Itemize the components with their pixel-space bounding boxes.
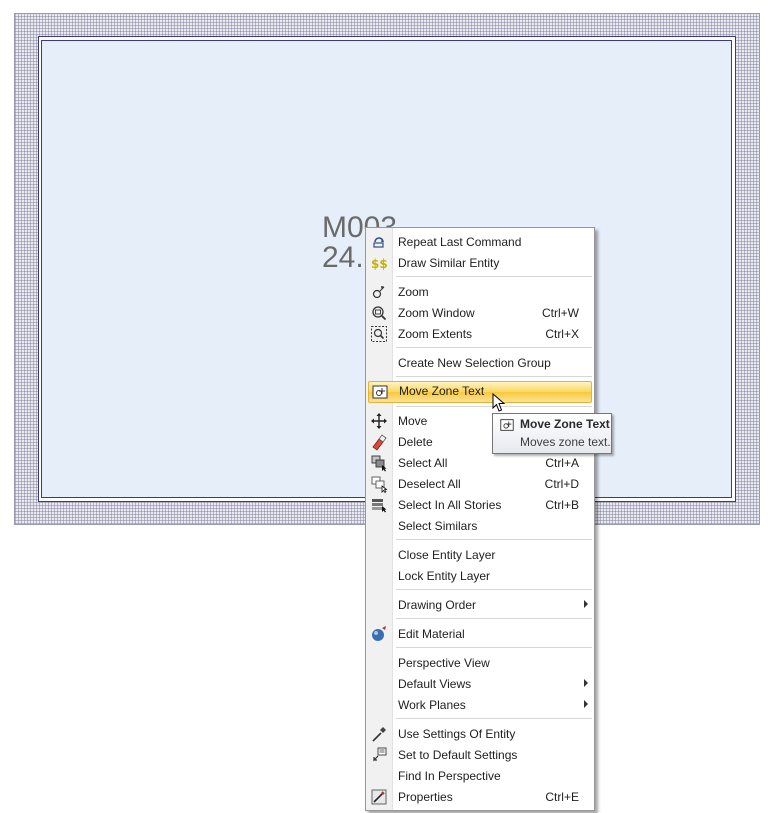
menu-item-select-similars[interactable]: Select Similars xyxy=(368,516,592,536)
menu-item-set-to-default-settings[interactable]: Set to Default Settings xyxy=(368,745,592,765)
select-all-icon xyxy=(371,455,387,472)
menu-item-label: Set to Default Settings xyxy=(398,748,518,762)
menu-item-label: Repeat Last Command xyxy=(398,235,522,249)
mouse-cursor-icon xyxy=(492,393,506,412)
menu-item-move-zone-text[interactable]: Move Zone Text xyxy=(368,381,592,403)
menu-item-default-views[interactable]: Default Views xyxy=(368,674,592,694)
menu-item-select-all[interactable]: Select All Ctrl+A xyxy=(368,453,592,473)
menu-item-zoom-window[interactable]: Zoom Window Ctrl+W xyxy=(368,303,592,323)
menu-separator xyxy=(396,618,592,619)
menu-item-shortcut: Ctrl+A xyxy=(545,456,579,470)
menu-item-zoom[interactable]: Zoom xyxy=(368,282,592,302)
menu-item-label: Properties xyxy=(398,790,453,804)
properties-icon xyxy=(371,789,387,805)
menu-item-label: Drawing Order xyxy=(398,598,477,612)
menu-item-draw-similar-entity[interactable]: $$ Draw Similar Entity xyxy=(368,253,592,273)
submenu-arrow-icon xyxy=(584,700,588,708)
menu-item-shortcut: Ctrl+X xyxy=(545,327,579,341)
deselect-all-icon xyxy=(371,476,388,493)
menu-item-use-settings-of-entity[interactable]: Use Settings Of Entity xyxy=(368,724,592,744)
menu-separator xyxy=(396,647,592,648)
menu-item-label: Perspective View xyxy=(398,656,490,670)
menu-separator xyxy=(396,376,592,377)
menu-item-find-in-perspective[interactable]: Find In Perspective xyxy=(368,766,592,786)
menu-item-edit-material[interactable]: Edit Material xyxy=(368,624,592,644)
draw-similar-icon: $$ xyxy=(371,257,388,271)
menu-item-deselect-all[interactable]: Deselect All Ctrl+D xyxy=(368,474,592,494)
menu-separator xyxy=(396,718,592,719)
tooltip-description: Moves zone text. xyxy=(520,435,611,449)
move-zone-text-icon xyxy=(372,385,388,399)
tooltip-title: Move Zone Text xyxy=(520,417,610,431)
menu-item-close-entity-layer[interactable]: Close Entity Layer xyxy=(368,545,592,565)
menu-item-zoom-extents[interactable]: Zoom Extents Ctrl+X xyxy=(368,324,592,344)
move-icon xyxy=(371,413,387,429)
menu-item-label: Select In All Stories xyxy=(398,498,502,512)
menu-item-label: Delete xyxy=(398,435,433,449)
menu-item-label: Default Views xyxy=(398,677,472,691)
repeat-icon xyxy=(373,237,384,248)
menu-item-label: Close Entity Layer xyxy=(398,548,496,562)
submenu-arrow-icon xyxy=(584,679,588,687)
menu-item-label: Draw Similar Entity xyxy=(398,256,500,270)
menu-item-label: Find In Perspective xyxy=(398,769,501,783)
menu-item-label: Move Zone Text xyxy=(399,384,485,398)
menu-item-shortcut: Ctrl+B xyxy=(545,498,579,512)
menu-item-label: Work Planes xyxy=(398,698,466,712)
menu-item-label: Use Settings Of Entity xyxy=(398,727,516,741)
select-stories-icon xyxy=(372,499,387,513)
zoom-icon xyxy=(372,286,385,299)
eyedropper-icon xyxy=(372,727,386,742)
menu-item-label: Zoom Window xyxy=(398,306,475,320)
menu-separator xyxy=(396,539,592,540)
menu-item-label: Zoom xyxy=(398,285,429,299)
menu-item-work-planes[interactable]: Work Planes xyxy=(368,695,592,715)
menu-separator xyxy=(396,589,592,590)
menu-item-shortcut: Ctrl+D xyxy=(544,477,579,491)
svg-text:$$: $$ xyxy=(371,257,388,271)
menu-item-lock-entity-layer[interactable]: Lock Entity Layer xyxy=(368,566,592,586)
menu-item-select-in-all-stories[interactable]: Select In All Stories Ctrl+B xyxy=(368,495,592,515)
zoom-extents-icon xyxy=(371,326,387,342)
menu-item-perspective-view[interactable]: Perspective View xyxy=(368,653,592,673)
menu-item-properties[interactable]: Properties Ctrl+E xyxy=(368,787,592,807)
menu-item-repeat-last-command[interactable]: Repeat Last Command xyxy=(368,232,592,252)
submenu-arrow-icon xyxy=(584,600,588,608)
zone-area-text[interactable]: 24. xyxy=(322,243,364,273)
menu-separator xyxy=(396,276,592,277)
menu-item-label: Edit Material xyxy=(398,627,465,641)
menu-item-create-new-selection-group[interactable]: Create New Selection Group xyxy=(368,353,592,373)
menu-item-label: Zoom Extents xyxy=(398,327,473,341)
eraser-icon xyxy=(372,434,387,451)
zoom-window-icon xyxy=(372,306,387,321)
tooltip: Move Zone Text Moves zone text. xyxy=(492,413,612,454)
context-menu: Repeat Last Command $$ Draw Similar Enti… xyxy=(365,227,595,811)
default-settings-icon xyxy=(373,747,387,762)
menu-separator xyxy=(396,347,592,348)
material-icon xyxy=(372,626,386,641)
menu-item-shortcut: Ctrl+E xyxy=(545,790,579,804)
menu-item-drawing-order[interactable]: Drawing Order xyxy=(368,595,592,615)
menu-item-label: Move xyxy=(398,414,428,428)
menu-item-label: Lock Entity Layer xyxy=(398,569,491,583)
menu-item-label: Deselect All xyxy=(398,477,461,491)
menu-item-shortcut: Ctrl+W xyxy=(542,306,579,320)
move-zone-text-icon xyxy=(500,419,514,431)
menu-item-label: Select Similars xyxy=(398,519,478,533)
menu-item-label: Create New Selection Group xyxy=(398,356,551,370)
menu-item-label: Select All xyxy=(398,456,448,470)
